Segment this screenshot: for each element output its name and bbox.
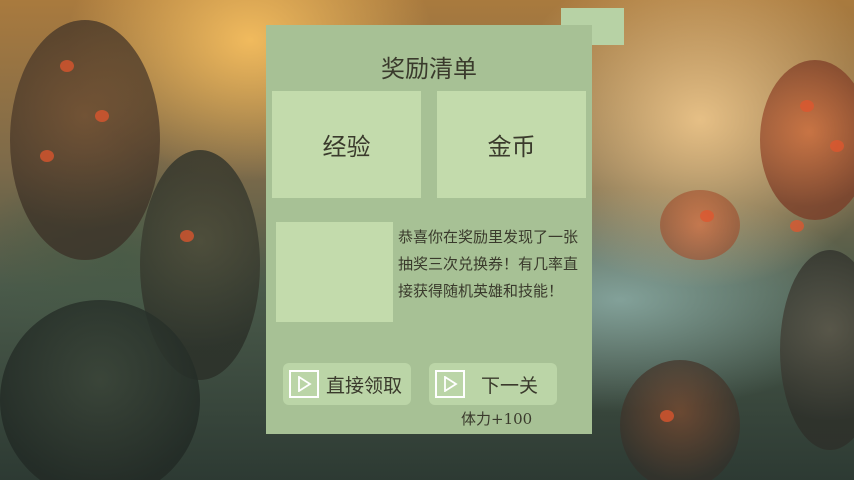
next-level-button[interactable]: 下一关 — [429, 363, 557, 405]
reward-panel: 奖励清单 经验 金币 恭喜你在奖励里发现了一张抽奖三次兑换券！有几率直接获得随机… — [266, 25, 592, 434]
background-spore — [60, 60, 74, 72]
reward-ticket-image — [276, 222, 393, 322]
reward-description: 恭喜你在奖励里发现了一张抽奖三次兑换券！有几率直接获得随机英雄和技能！ — [398, 228, 579, 300]
background-spore — [790, 220, 804, 232]
background-spore — [40, 150, 54, 162]
background-spore — [830, 140, 844, 152]
background-rock — [780, 250, 854, 450]
next-level-button-label: 下一关 — [481, 374, 539, 397]
reward-experience-tile: 经验 — [272, 91, 421, 198]
claim-button[interactable]: 直接领取 — [283, 363, 411, 405]
reward-gold-tile: 金币 — [437, 91, 586, 198]
panel-title: 奖励清单 — [381, 55, 477, 83]
stamina-reward-text: 体力+100 — [461, 410, 533, 428]
claim-button-label: 直接领取 — [326, 374, 403, 397]
background-fungus — [660, 190, 740, 260]
play-icon — [435, 370, 465, 398]
background-spore — [95, 110, 109, 122]
reward-experience-label: 经验 — [322, 133, 371, 161]
reward-gold-label: 金币 — [487, 133, 536, 161]
background-spore — [700, 210, 714, 222]
background-spore — [660, 410, 674, 422]
background-fungus — [620, 360, 740, 480]
background-spore — [180, 230, 194, 242]
background-rock — [10, 20, 160, 260]
background-spore — [800, 100, 814, 112]
play-icon — [289, 370, 319, 398]
